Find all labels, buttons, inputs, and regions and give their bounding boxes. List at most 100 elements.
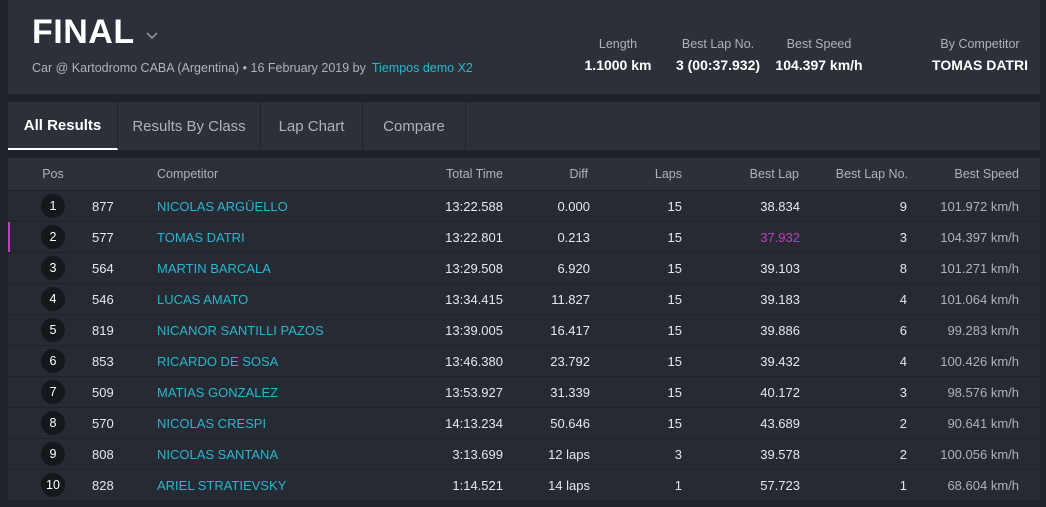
table-row[interactable]: 4 546 LUCAS AMATO 13:34.415 11.827 15 39.183 4 1… [8,284,1040,314]
title-row[interactable]: FINAL [32,13,160,52]
row-laps: 15 [667,198,682,214]
row-best-speed: 104.397 km/h [940,229,1019,245]
row-best-lap: 39.432 [760,353,800,369]
row-total-time: 13:22.801 [445,229,503,245]
row-diff: 14 laps [548,477,590,493]
row-laps: 15 [667,229,682,245]
results-table: Pos Competitor Total Time Diff Laps Best… [8,158,1040,500]
position-badge: 4 [41,287,65,311]
row-car-number: 564 [92,260,114,276]
row-total-time: 13:46.380 [445,353,503,369]
row-competitor-link[interactable]: NICANOR SANTILLI PAZOS [157,315,324,345]
row-best-lap: 39.103 [760,260,800,276]
row-best-lap-no: 1 [899,477,907,493]
col-pos[interactable]: Pos [37,158,69,190]
event-subtitle: Car @ Kartodromo CABA (Argentina) • 16 F… [32,61,473,75]
row-competitor-link[interactable]: MATIAS GONZALEZ [157,377,278,407]
row-car-number: 546 [92,291,114,307]
col-competitor[interactable]: Competitor [157,158,218,190]
row-total-time: 1:14.521 [452,477,503,493]
row-laps: 15 [667,291,682,307]
row-competitor-link[interactable]: NICOLAS ARGÜELLO [157,191,288,221]
tab-results-by-class[interactable]: Results By Class [118,102,261,150]
row-competitor-link[interactable]: NICOLAS SANTANA [157,439,278,469]
row-position: 8 [37,408,69,438]
col-best-speed[interactable]: Best Speed [918,158,1019,190]
row-laps: 15 [667,353,682,369]
row-laps: 15 [667,260,682,276]
row-total-time: 3:13.699 [452,446,503,462]
col-laps[interactable]: Laps [608,158,682,190]
col-best-lap[interactable]: Best Lap [698,158,799,190]
stat-best-speed: Best Speed 104.397 km/h [770,37,868,73]
table-row[interactable]: 6 853 RICARDO DE SOSA 13:46.380 23.792 15 39.4… [8,346,1040,376]
row-best-lap-no: 8 [899,260,907,276]
row-total-time: 14:13.234 [445,415,503,431]
row-position: 9 [37,439,69,469]
row-competitor-link[interactable]: MARTIN BARCALA [157,253,271,283]
col-total-time[interactable]: Total Time [403,158,503,190]
row-laps: 15 [667,384,682,400]
position-badge: 1 [41,194,65,218]
col-diff[interactable]: Diff [508,158,588,190]
position-badge: 3 [41,256,65,280]
row-best-lap: 39.183 [760,291,800,307]
table-row[interactable]: 10 828 ARIEL STRATIEVSKY 1:14.521 14 laps 1 57… [8,470,1040,500]
page-title: FINAL [32,13,135,51]
row-laps: 15 [667,322,682,338]
table-row[interactable]: 9 808 NICOLAS SANTANA 3:13.699 12 laps 3 39.57… [8,439,1040,469]
row-best-lap: 40.172 [760,384,800,400]
row-best-lap: 38.834 [760,198,800,214]
row-position: 4 [37,284,69,314]
row-diff: 6.920 [557,260,590,276]
table-row[interactable]: 2 577 TOMAS DATRI 13:22.801 0.213 15 37.932 3 10… [8,222,1040,252]
row-car-number: 877 [92,198,114,214]
row-competitor-link[interactable]: NICOLAS CRESPI [157,408,266,438]
table-row[interactable]: 5 819 NICANOR SANTILLI PAZOS 13:39.005 16.41… [8,315,1040,345]
row-laps: 1 [674,477,682,493]
row-diff: 50.646 [550,415,590,431]
row-competitor-link[interactable]: TOMAS DATRI [157,222,245,252]
stat-value: 104.397 km/h [775,57,863,73]
position-badge: 10 [41,473,65,497]
row-total-time: 13:34.415 [445,291,503,307]
table-body: 1 877 NICOLAS ARGÜELLO 13:22.588 0.000 15 38.8… [8,191,1040,500]
row-diff: 0.000 [557,198,590,214]
organizer-link[interactable]: Tiempos demo X2 [372,61,473,75]
chevron-down-icon[interactable] [144,27,160,43]
col-best-lap-no[interactable]: Best Lap No. [808,158,908,190]
row-position: 6 [37,346,69,376]
row-competitor-link[interactable]: RICARDO DE SOSA [157,346,278,376]
row-best-lap: 37.932 [760,229,800,245]
row-total-time: 13:53.927 [445,384,503,400]
row-best-speed: 90.641 km/h [947,415,1019,431]
row-diff: 12 laps [548,446,590,462]
row-best-lap-no: 2 [899,415,907,431]
results-tabs: All Results Results By Class Lap Chart C… [8,102,1040,150]
row-competitor-link[interactable]: ARIEL STRATIEVSKY [157,470,286,500]
table-row[interactable]: 3 564 MARTIN BARCALA 13:29.508 6.920 15 39.103… [8,253,1040,283]
row-car-number: 509 [92,384,114,400]
row-position: 2 [37,222,69,252]
row-car-number: 828 [92,477,114,493]
table-row[interactable]: 8 570 NICOLAS CRESPI 14:13.234 50.646 15 43.68… [8,408,1040,438]
position-badge: 9 [41,442,65,466]
stat-length: Length 1.1000 km [578,37,658,73]
row-diff: 23.792 [550,353,590,369]
row-best-speed: 101.064 km/h [940,291,1019,307]
table-row[interactable]: 7 509 MATIAS GONZALEZ 13:53.927 31.339 15 40.1… [8,377,1040,407]
row-position: 7 [37,377,69,407]
table-row[interactable]: 1 877 NICOLAS ARGÜELLO 13:22.588 0.000 15 38.8… [8,191,1040,221]
row-diff: 11.827 [551,291,590,307]
tab-compare[interactable]: Compare [363,102,466,150]
row-competitor-link[interactable]: LUCAS AMATO [157,284,248,314]
tab-all-results[interactable]: All Results [8,102,118,150]
stat-best-lap-no: Best Lap No. 3 (00:37.932) [668,37,768,73]
row-best-lap-no: 9 [899,198,907,214]
tab-lap-chart[interactable]: Lap Chart [261,102,363,150]
position-badge: 8 [41,411,65,435]
row-laps: 3 [674,446,682,462]
row-car-number: 808 [92,446,114,462]
row-best-lap-no: 2 [899,446,907,462]
row-position: 3 [37,253,69,283]
